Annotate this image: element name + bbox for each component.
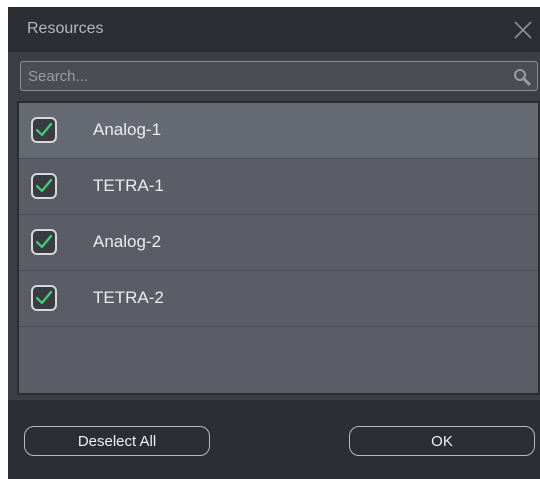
list-item-label: TETRA-1 <box>93 176 164 195</box>
list-item-label: Analog-2 <box>93 232 162 251</box>
list-item[interactable]: Analog-2 <box>19 215 538 271</box>
list-item-label: Analog-1 <box>93 120 162 139</box>
deselect-all-button[interactable]: Deselect All <box>24 426 210 456</box>
checkbox[interactable] <box>31 173 57 199</box>
ok-button[interactable]: OK <box>349 426 535 456</box>
checkbox[interactable] <box>31 285 57 311</box>
list-item-label: TETRA-2 <box>93 288 164 307</box>
resources-dialog: Resources Analog-1 <box>8 7 540 479</box>
list-item[interactable]: TETRA-2 <box>19 271 538 327</box>
checkbox[interactable] <box>31 117 57 143</box>
resource-list: Analog-1 TETRA-1 Analog-2 TETRA-2 <box>17 101 540 395</box>
checkbox[interactable] <box>31 229 57 255</box>
list-item[interactable]: Analog-1 <box>19 103 538 159</box>
list-item[interactable]: TETRA-1 <box>19 159 538 215</box>
search-input[interactable] <box>28 65 498 87</box>
close-icon[interactable] <box>512 19 534 41</box>
search-icon[interactable] <box>513 68 531 86</box>
title-bar: Resources <box>8 7 540 52</box>
dialog-title: Resources <box>27 20 104 37</box>
search-box <box>20 61 538 91</box>
dialog-footer: Deselect All OK <box>8 400 540 479</box>
